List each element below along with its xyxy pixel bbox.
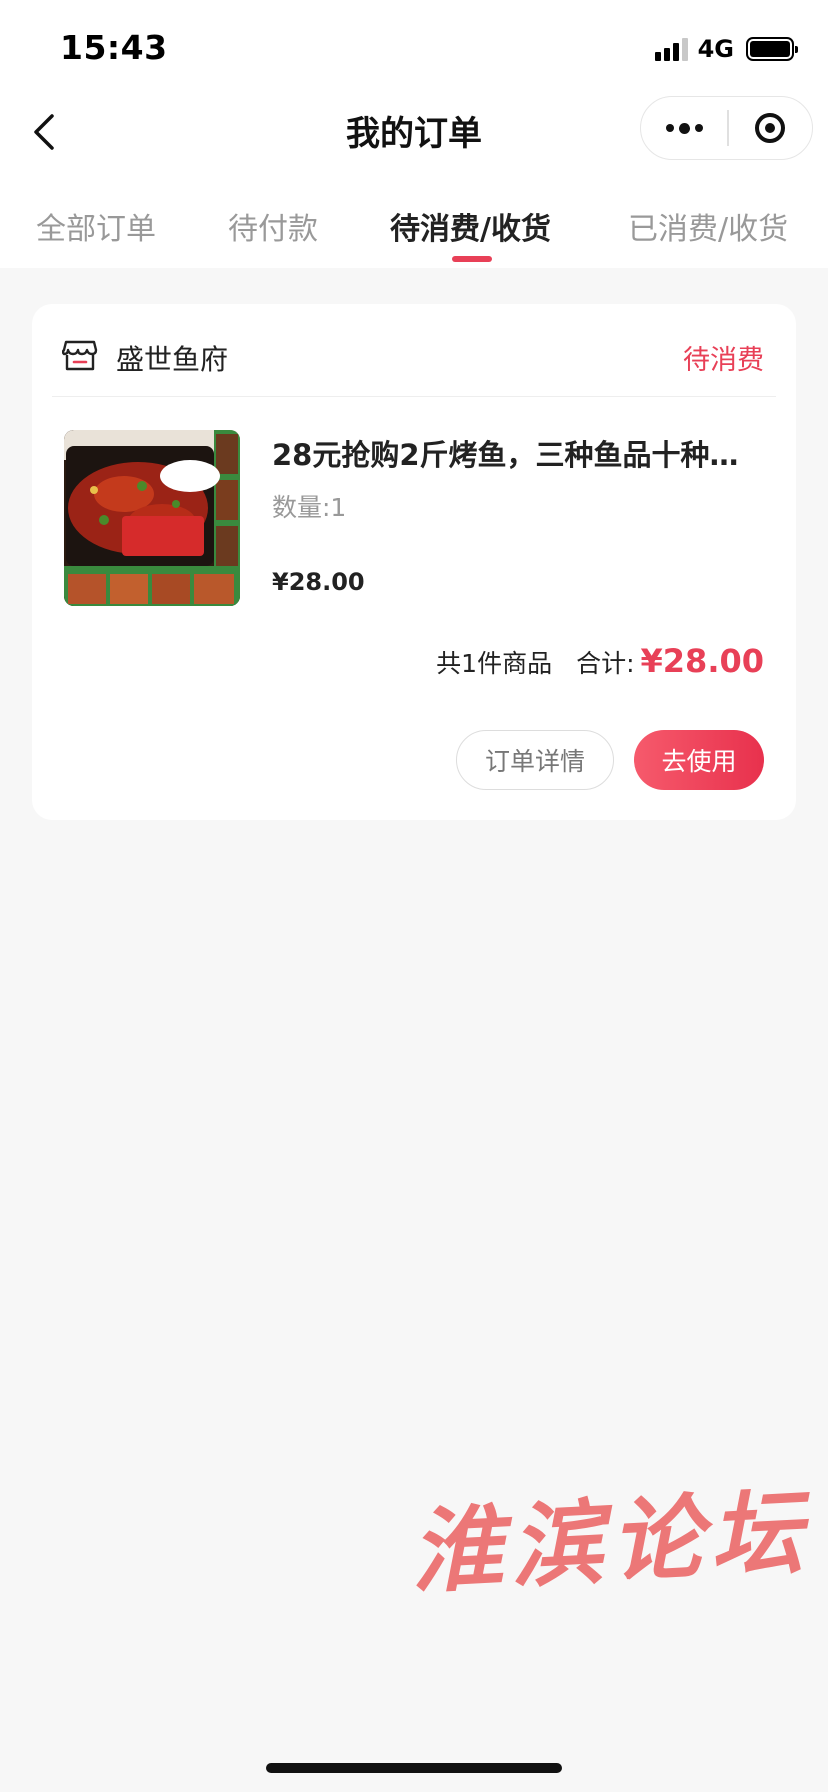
home-indicator xyxy=(266,1763,562,1773)
battery-icon xyxy=(746,37,798,61)
use-button[interactable]: 去使用 xyxy=(634,730,764,790)
tab-all-orders[interactable]: 全部订单 xyxy=(36,204,156,248)
order-status: 待消费 xyxy=(683,345,764,376)
product-price: ¥28.00 xyxy=(272,568,365,596)
close-miniprogram-button[interactable] xyxy=(729,113,813,143)
miniprogram-capsule xyxy=(640,96,813,160)
tab-pending-payment[interactable]: 待付款 xyxy=(228,204,318,248)
total-amount: ¥28.00 xyxy=(640,642,764,680)
tab-to-consume[interactable]: 待消费/收货 xyxy=(390,204,551,248)
store-icon xyxy=(62,340,98,371)
status-time: 15:43 xyxy=(60,28,168,67)
order-summary: 共1件商品 合计: ¥28.00 xyxy=(436,642,764,680)
network-type: 4G xyxy=(697,35,734,63)
item-count: 共1件商品 xyxy=(436,649,553,678)
order-detail-button[interactable]: 订单详情 xyxy=(456,730,614,790)
active-tab-indicator xyxy=(452,256,492,262)
watermark: 淮滨论坛 xyxy=(407,1477,813,1607)
shop-name[interactable]: 盛世鱼府 xyxy=(116,338,228,378)
status-icons: 4G xyxy=(654,34,798,64)
total-label: 合计: xyxy=(576,649,635,678)
target-icon xyxy=(755,113,786,143)
product-quantity: 数量:1 xyxy=(272,493,347,522)
more-button[interactable] xyxy=(641,97,727,159)
signal-icon xyxy=(654,37,688,61)
product-image[interactable] xyxy=(64,430,240,606)
divider xyxy=(52,396,776,397)
product-title[interactable]: 28元抢购2斤烤鱼，三种鱼品十种口味任选 xyxy=(272,432,764,474)
order-card[interactable]: 盛世鱼府 待消费 28元抢购2斤烤鱼，三种鱼品十种口 数量:1 ¥28.00 共… xyxy=(32,304,796,820)
tab-consumed[interactable]: 已消费/收货 xyxy=(628,204,788,248)
